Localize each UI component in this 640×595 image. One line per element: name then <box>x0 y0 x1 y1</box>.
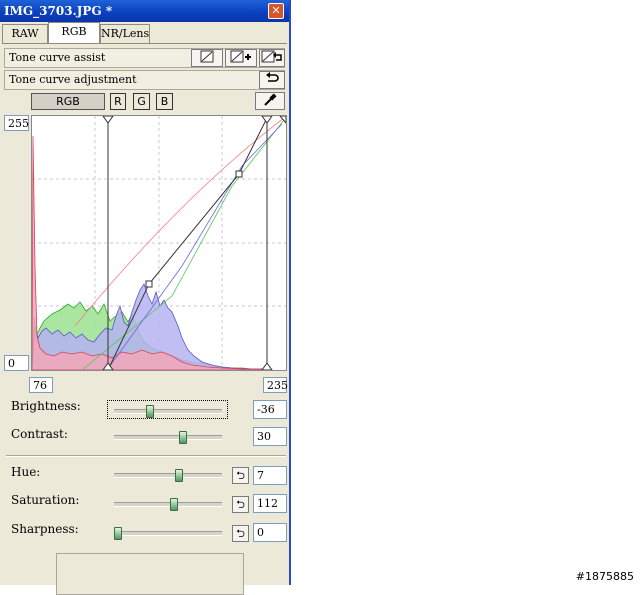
red-curve <box>74 117 285 327</box>
tone-curve-assist-label: Tone curve assist <box>9 51 106 64</box>
close-icon: ✕ <box>271 4 281 17</box>
black-point-field[interactable]: 76 <box>29 377 53 393</box>
linear-curve-icon <box>200 50 214 63</box>
saturation-thumb[interactable] <box>170 498 178 511</box>
hue-value: 7 <box>257 469 264 482</box>
hue-slider[interactable] <box>114 469 222 482</box>
tab-rgb-label: RGB <box>61 25 87 38</box>
sharpness-value-field[interactable]: 0 <box>253 523 287 542</box>
blue-curve <box>106 123 283 371</box>
tone-curve-assist-row: Tone curve assist <box>4 48 285 68</box>
contrast-value-field[interactable]: 30 <box>253 427 287 446</box>
channel-g-label: G <box>137 95 146 108</box>
tone-curve-adjustment-label: Tone curve adjustment <box>9 73 137 86</box>
undo-arrow-icon: ⮌ <box>236 527 245 540</box>
saturation-value: 112 <box>257 497 278 510</box>
tone-curve-adjustment-row: Tone curve adjustment <box>4 70 285 90</box>
tab-rgb[interactable]: RGB <box>48 22 100 44</box>
preview-box <box>56 553 244 595</box>
contrast-label: Contrast: <box>11 427 68 441</box>
saturation-slider[interactable] <box>114 498 222 511</box>
channel-rgb-label: RGB <box>56 95 80 108</box>
sharpness-value: 0 <box>257 526 264 539</box>
brightness-value-field[interactable]: -36 <box>253 400 287 419</box>
close-button[interactable]: ✕ <box>268 3 284 19</box>
channel-b-label: B <box>160 95 169 108</box>
output-top-marker[interactable] <box>278 115 287 125</box>
hue-reset-button[interactable]: ⮌ <box>232 467 249 484</box>
contrast-slider[interactable] <box>114 431 222 444</box>
sharpness-thumb[interactable] <box>114 527 122 540</box>
contrast-value: 30 <box>257 430 271 443</box>
channel-g-button[interactable]: G <box>133 93 150 110</box>
tab-divider <box>2 43 287 44</box>
saturation-reset-button[interactable]: ⮌ <box>232 496 249 513</box>
curve-point-2[interactable] <box>235 170 243 178</box>
saturation-label: Saturation: <box>11 493 80 507</box>
brightness-slider[interactable] <box>114 405 222 418</box>
tab-raw-label: RAW <box>11 27 39 40</box>
tab-nr-lens-label: NR/Lens <box>101 27 150 40</box>
linear-curve-button[interactable] <box>191 49 223 67</box>
section-divider <box>6 455 286 457</box>
title-bar[interactable]: IMG_3703.JPG * ✕ <box>0 0 289 22</box>
brightness-thumb[interactable] <box>146 405 154 418</box>
contrast-thumb[interactable] <box>179 431 187 444</box>
eyedropper-icon <box>264 93 277 106</box>
tone-curve-graph[interactable] <box>31 115 287 371</box>
reset-tone-curve-button[interactable] <box>259 71 285 89</box>
sharpness-slider[interactable] <box>114 527 222 540</box>
tab-raw[interactable]: RAW <box>2 24 48 43</box>
white-point-value: 235 <box>267 379 288 392</box>
auto-curve-plus-icon <box>230 50 251 63</box>
tab-nr-lens[interactable]: NR/Lens <box>100 24 150 43</box>
undo-arrow-icon: ⮌ <box>236 469 245 482</box>
undo-arrow-icon: ⮌ <box>236 498 245 511</box>
channel-rgb-button[interactable]: RGB <box>31 93 105 110</box>
white-point-field[interactable]: 235 <box>263 377 288 393</box>
input-min-value: 0 <box>8 357 15 370</box>
channel-b-button[interactable]: B <box>156 93 173 110</box>
sharpness-label: Sharpness: <box>11 522 79 536</box>
white-point-bottom-marker[interactable] <box>261 362 273 371</box>
tool-palette: IMG_3703.JPG * ✕ RAW RGB NR/Lens Tone cu… <box>0 0 291 595</box>
channel-r-button[interactable]: R <box>110 93 126 110</box>
channel-r-label: R <box>114 95 122 108</box>
sharpness-reset-button[interactable]: ⮌ <box>232 525 249 542</box>
undo-arrow-icon <box>266 72 279 82</box>
saturation-value-field[interactable]: 112 <box>253 494 287 513</box>
input-max-value: 255 <box>8 117 29 130</box>
curve-reset-icon <box>261 50 282 63</box>
brightness-label: Brightness: <box>11 399 81 413</box>
input-min-field[interactable]: 0 <box>4 355 29 371</box>
reset-curve-assist-button[interactable] <box>259 49 285 67</box>
input-max-field[interactable]: 255 <box>4 115 29 131</box>
hue-value-field[interactable]: 7 <box>253 466 287 485</box>
white-point-top-marker[interactable] <box>261 115 273 124</box>
black-point-top-marker[interactable] <box>102 115 114 124</box>
watermark-text: #1875885 <box>575 570 634 583</box>
hue-label: Hue: <box>11 465 41 479</box>
curve-point-1[interactable] <box>145 280 153 288</box>
eyedropper-button[interactable] <box>255 92 285 110</box>
auto-curve-button[interactable] <box>225 49 257 67</box>
black-point-value: 76 <box>33 379 47 392</box>
window-title: IMG_3703.JPG * <box>4 4 113 18</box>
histogram-and-curve[interactable] <box>31 115 287 371</box>
brightness-value: -36 <box>257 403 275 416</box>
hue-thumb[interactable] <box>175 469 183 482</box>
